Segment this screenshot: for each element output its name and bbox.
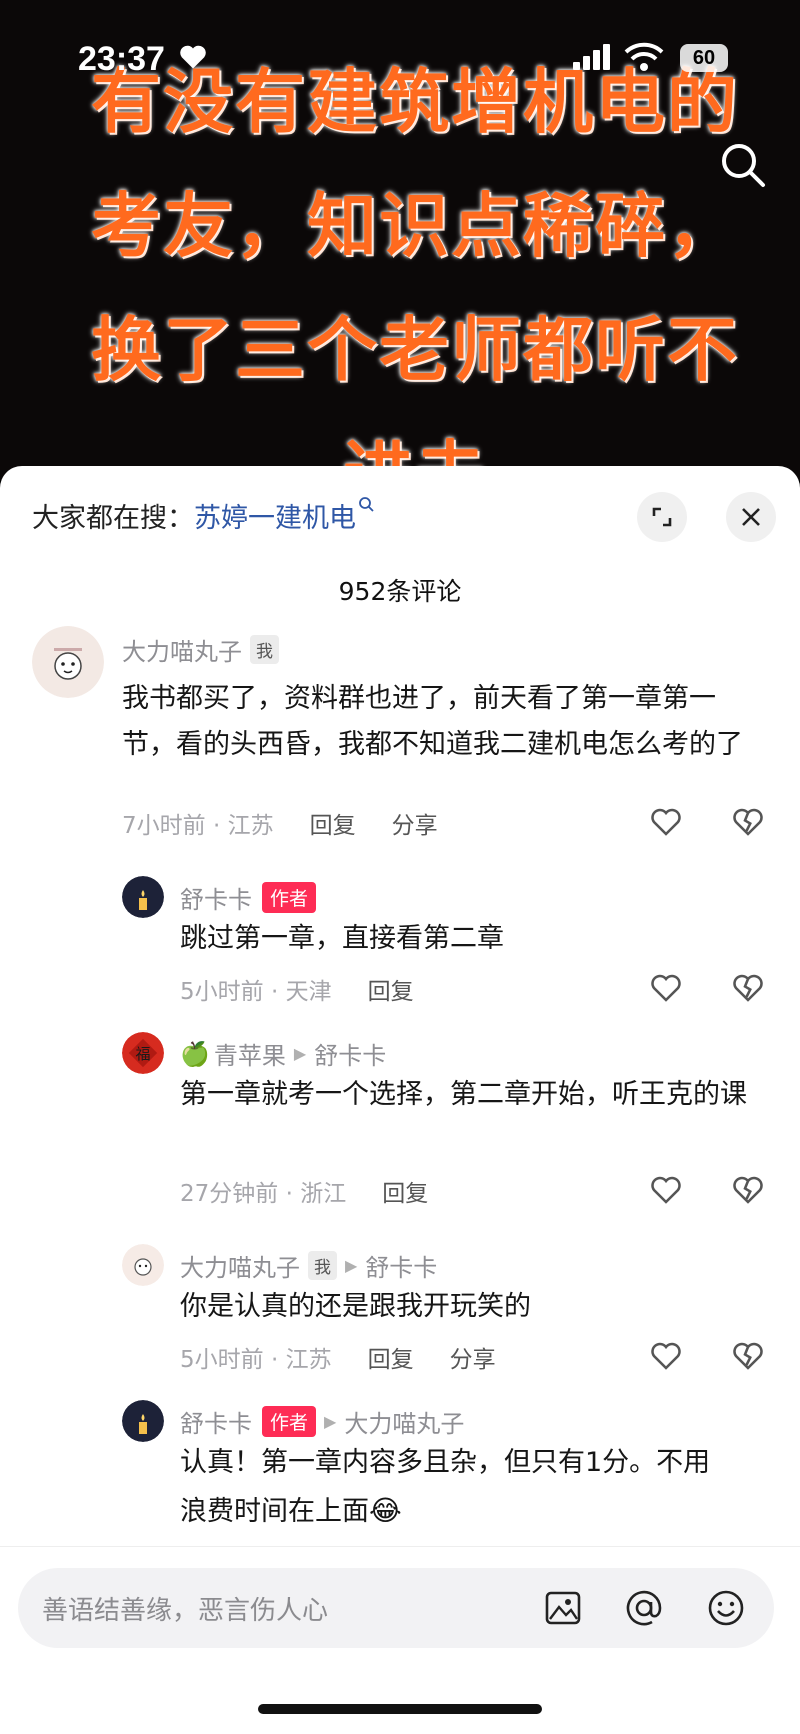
reply-item: 大力喵丸子 我 ▶ 舒卡卡 你是认真的还是跟我开玩笑的 5小时前 · 江苏 回复… <box>0 1244 800 1373</box>
comment-count: 952条评论 <box>338 577 462 606</box>
comment-time-location: 27分钟前 · 浙江 <box>180 1181 347 1207</box>
expand-icon <box>652 507 672 527</box>
heart-icon <box>180 45 206 69</box>
laughing-emoji: 😂 <box>369 1494 402 1527</box>
close-icon <box>742 508 760 526</box>
input-divider <box>0 1546 800 1547</box>
avatar[interactable] <box>122 1400 164 1442</box>
self-tag: 我 <box>250 635 279 664</box>
comment-time-location: 5小时前 · 江苏 <box>180 1347 332 1373</box>
dislike-icon[interactable] <box>730 970 766 1006</box>
reply-to-author[interactable]: 大力喵丸子 <box>344 1404 464 1439</box>
comment-text: 第一章就考一个选择，第二章开始，听王克的课 <box>180 1079 747 1110</box>
svg-text:福: 福 <box>135 1045 150 1063</box>
reply-button[interactable]: 回复 <box>368 1340 414 1374</box>
like-icon[interactable] <box>648 1172 684 1208</box>
reply-item: 舒卡卡 作者 跳过第一章，直接看第二章 5小时前 · 天津 回复 <box>0 876 800 1005</box>
suggestion-keyword[interactable]: 苏婷一建机电 <box>194 503 356 534</box>
comment-text-line: 浪费时间在上面😂 <box>180 1488 770 1535</box>
expand-button[interactable] <box>637 492 687 542</box>
video-caption: 有没有建筑增机电的 考友，知识点稀碎， 换了三个老师都听不 进去 <box>70 40 760 480</box>
avatar[interactable] <box>32 626 104 698</box>
comment-text-part: 浪费时间在上面 <box>180 1496 369 1527</box>
share-button[interactable]: 分享 <box>450 1340 496 1374</box>
small-search-icon <box>359 497 374 512</box>
battery-indicator: 60 <box>680 44 728 72</box>
dislike-icon[interactable] <box>730 1338 766 1374</box>
suggestion-label: 大家都在搜： <box>32 503 194 534</box>
status-time: 23:37 <box>78 40 165 78</box>
comment-author[interactable]: 大力喵丸子 <box>122 632 242 667</box>
dislike-icon[interactable] <box>730 1172 766 1208</box>
home-indicator[interactable] <box>258 1704 542 1714</box>
comment-item: 大力喵丸子 我 我书都买了，资料群也进了，前天看了第一章第一节，看的头西昏，我都… <box>0 626 800 839</box>
reply-button[interactable]: 回复 <box>310 806 356 840</box>
comment-author[interactable]: 青苹果 <box>214 1036 286 1071</box>
self-tag: 我 <box>308 1251 337 1280</box>
reply-arrow-icon: ▶ <box>293 1044 307 1063</box>
reply-item: 舒卡卡 作者 ▶ 大力喵丸子 认真！第一章内容多且杂，但只有1分。不用 浪费时间… <box>0 1400 800 1550</box>
reply-item: 福 🍏 青苹果 ▶ 舒卡卡 第一章就考一个选择，第二章开始，听王克的课 27分钟… <box>0 1032 800 1207</box>
dislike-icon[interactable] <box>730 804 766 840</box>
reply-arrow-icon: ▶ <box>324 1412 337 1431</box>
reply-button[interactable]: 回复 <box>368 972 414 1006</box>
emoji-icon[interactable] <box>705 1587 747 1629</box>
reply-button[interactable]: 回复 <box>382 1174 428 1208</box>
input-placeholder: 善语结善缘，恶言伤人心 <box>42 1596 329 1626</box>
signal-icon <box>573 44 610 70</box>
reply-arrow-icon: ▶ <box>345 1256 358 1275</box>
like-icon[interactable] <box>648 970 684 1006</box>
close-button[interactable] <box>726 492 776 542</box>
share-button[interactable]: 分享 <box>392 806 438 840</box>
status-bar: 23:37 60 <box>0 30 800 90</box>
comment-text: 跳过第一章，直接看第二章 <box>180 923 504 954</box>
wifi-icon <box>624 42 664 71</box>
comments-sheet: 大家都在搜：苏婷一建机电 952条评论 大力喵丸子 我 我书都买了，资料群也进了… <box>0 466 800 1734</box>
image-icon[interactable] <box>542 1587 584 1629</box>
search-suggestion[interactable]: 大家都在搜：苏婷一建机电 <box>32 496 376 535</box>
mention-icon[interactable] <box>623 1587 665 1629</box>
caption-line: 考友，知识点稀碎， <box>91 185 739 267</box>
reply-to-author[interactable]: 舒卡卡 <box>365 1248 437 1283</box>
avatar[interactable]: 福 <box>122 1032 164 1074</box>
avatar[interactable] <box>122 876 164 918</box>
avatar[interactable] <box>122 1244 164 1286</box>
like-icon[interactable] <box>648 1338 684 1374</box>
reply-to-author[interactable]: 舒卡卡 <box>314 1036 386 1071</box>
author-tag: 作者 <box>262 882 317 913</box>
like-icon[interactable] <box>648 804 684 840</box>
caption-line: 换了三个老师都听不 <box>91 309 739 391</box>
comment-author[interactable]: 舒卡卡 <box>180 880 252 915</box>
comment-time-location: 7小时前 · 江苏 <box>122 813 274 839</box>
comment-author[interactable]: 舒卡卡 <box>180 1404 252 1439</box>
comment-text: 你是认真的还是跟我开玩笑的 <box>180 1291 531 1322</box>
comment-text: 我书都买了，资料群也进了，前天看了第一章第一节，看的头西昏，我都不知道我二建机电… <box>122 683 743 760</box>
video-player[interactable]: 有没有建筑增机电的 考友，知识点稀碎， 换了三个老师都听不 进去 23:37 6… <box>0 0 800 480</box>
comment-input[interactable]: 善语结善缘，恶言伤人心 <box>18 1568 774 1648</box>
comment-time-location: 5小时前 · 天津 <box>180 979 332 1005</box>
apple-emoji: 🍏 <box>180 1039 210 1068</box>
comment-text-line: 认真！第一章内容多且杂，但只有1分。不用 <box>180 1447 711 1478</box>
comment-author[interactable]: 大力喵丸子 <box>180 1248 300 1283</box>
search-icon[interactable] <box>718 140 768 190</box>
author-tag: 作者 <box>262 1406 317 1437</box>
